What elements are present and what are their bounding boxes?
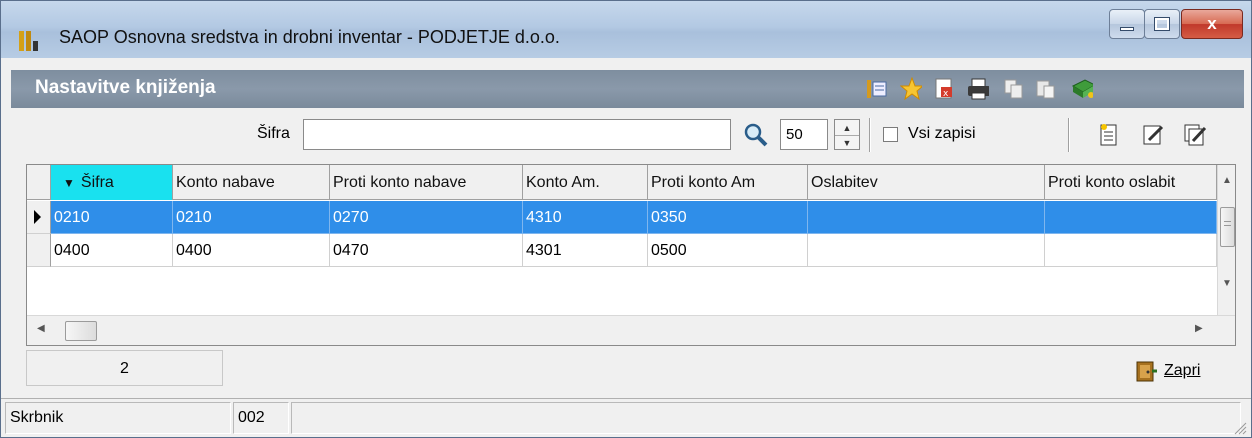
cell-oslabitev[interactable] [808, 201, 1045, 234]
divider [1068, 118, 1070, 152]
app-logo-icon [19, 29, 41, 51]
status-message [291, 402, 1241, 434]
copy-icon[interactable] [1003, 78, 1025, 100]
header-indicator-cell [27, 165, 51, 200]
svg-text:x: x [943, 89, 949, 99]
cell-proti-konto-am[interactable]: 0500 [648, 234, 808, 267]
column-header-proti-konto-nabave[interactable]: Proti konto nabave [330, 165, 523, 200]
column-header-proti-konto-am[interactable]: Proti konto Am [648, 165, 808, 200]
spinner-up-icon[interactable]: ▲ [835, 120, 859, 135]
cell-konto-am[interactable]: 4310 [523, 201, 648, 234]
column-header-proti-konto-oslabitve[interactable]: Proti konto oslabit [1045, 165, 1217, 200]
cell-konto-nabave[interactable]: 0400 [173, 234, 330, 267]
horizontal-scroll-thumb[interactable] [65, 321, 97, 341]
scroll-left-icon[interactable]: ◀ [37, 323, 45, 334]
horizontal-scrollbar[interactable]: ◀ ▶ [27, 315, 1235, 345]
status-user: Skrbnik [5, 402, 231, 434]
divider [869, 118, 871, 152]
title-bar[interactable]: SAOP Osnovna sredstva in drobni inventar… [1, 1, 1251, 58]
data-grid: ▼ Šifra Konto nabave Proti konto nabave K… [26, 164, 1236, 346]
search-label: Šifra [257, 125, 290, 142]
cell-konto-am[interactable]: 4301 [523, 234, 648, 267]
cell-konto-nabave[interactable]: 0210 [173, 201, 330, 234]
close-label: Zapri [1164, 362, 1201, 379]
record-count-input[interactable]: 50 [780, 119, 828, 150]
minimize-icon [1120, 27, 1134, 31]
search-toolbar: Šifra 50 ▲ ▼ Vsi zapisi [11, 109, 1244, 162]
cell-proti-konto-nabave[interactable]: 0270 [330, 201, 523, 234]
current-row-icon [34, 210, 41, 224]
resize-grip-icon[interactable] [1233, 421, 1247, 435]
column-header-konto-nabave[interactable]: Konto nabave [173, 165, 330, 200]
maximize-icon [1154, 17, 1170, 31]
app-window: SAOP Osnovna sredstva in drobni inventar… [0, 0, 1252, 438]
column-header-konto-am[interactable]: Konto Am. [523, 165, 648, 200]
cell-proti-konto-am[interactable]: 0350 [648, 201, 808, 234]
maximize-button[interactable] [1144, 9, 1180, 39]
cell-proti-konto-oslabitve[interactable] [1045, 234, 1217, 267]
cell-sifra[interactable]: 0210 [51, 201, 173, 234]
status-user-code: 002 [233, 402, 289, 434]
row-indicator[interactable] [27, 201, 51, 234]
grid-header: ▼ Šifra Konto nabave Proti konto nabave K… [27, 165, 1217, 200]
vertical-scrollbar[interactable]: ▲ ▼ [1217, 165, 1235, 315]
count-spinner[interactable]: ▲ ▼ [834, 119, 860, 150]
table-row[interactable]: 0210 0210 0270 4310 0350 [51, 201, 1217, 234]
print-icon[interactable] [967, 78, 989, 100]
row-indicator[interactable] [27, 234, 51, 267]
scroll-down-icon[interactable]: ▼ [1222, 278, 1232, 289]
column-header-sifra[interactable]: ▼ Šifra [51, 165, 173, 200]
cell-sifra[interactable]: 0400 [51, 234, 173, 267]
star-icon[interactable] [900, 77, 922, 101]
export-icon[interactable]: x [933, 78, 955, 100]
close-button[interactable]: Zapri [1134, 359, 1200, 383]
form-header: Nastavitve knjiženja x [11, 70, 1244, 108]
close-window-button[interactable]: x [1181, 9, 1243, 39]
column-header-oslabitev[interactable]: Oslabitev [808, 165, 1045, 200]
close-icon: x [1207, 14, 1217, 33]
all-records-checkbox[interactable] [883, 127, 898, 142]
table-row[interactable]: 0400 0400 0470 4301 0500 [51, 234, 1217, 267]
form-title: Nastavitve knjiženja [35, 77, 216, 98]
sort-desc-icon: ▼ [63, 176, 75, 190]
search-input[interactable] [303, 119, 731, 150]
cell-oslabitev[interactable] [808, 234, 1045, 267]
cell-proti-konto-nabave[interactable]: 0470 [330, 234, 523, 267]
minimize-button[interactable] [1109, 9, 1145, 39]
all-records-label: Vsi zapisi [908, 125, 976, 142]
vertical-scroll-thumb[interactable] [1220, 207, 1235, 247]
new-record-icon[interactable] [1097, 123, 1121, 147]
edit-multi-icon[interactable] [1183, 123, 1207, 147]
exit-book-icon[interactable] [1071, 78, 1093, 100]
scroll-right-icon[interactable]: ▶ [1195, 323, 1203, 334]
column-header-label: Šifra [80, 174, 114, 191]
cell-proti-konto-oslabitve[interactable] [1045, 201, 1217, 234]
columns-icon[interactable] [866, 78, 888, 100]
scroll-up-icon[interactable]: ▲ [1222, 175, 1232, 186]
record-count: 2 [26, 350, 223, 386]
spinner-down-icon[interactable]: ▼ [835, 135, 859, 150]
edit-record-icon[interactable] [1141, 123, 1165, 147]
door-icon [1136, 361, 1157, 382]
status-bar: Skrbnik 002 [1, 398, 1251, 437]
search-icon[interactable] [742, 121, 770, 149]
paste-icon[interactable] [1035, 78, 1057, 100]
window-title: SAOP Osnovna sredstva in drobni inventar… [59, 27, 560, 47]
